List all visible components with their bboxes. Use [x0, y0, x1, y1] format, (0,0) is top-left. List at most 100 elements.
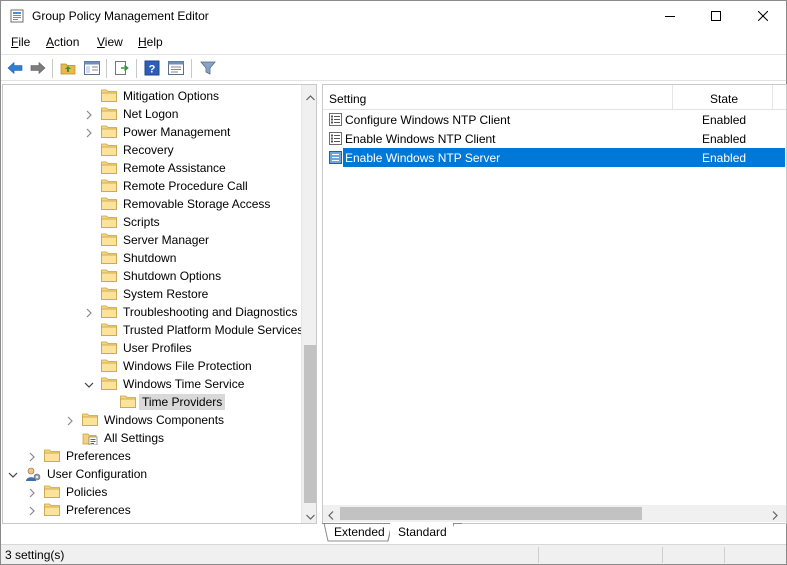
- tree-item-label: Server Manager: [123, 233, 210, 247]
- tree-item[interactable]: Troubleshooting and Diagnostics: [3, 303, 303, 321]
- export-list-button[interactable]: [113, 59, 131, 77]
- menu-view[interactable]: View: [97, 35, 123, 49]
- tree-item-label: Time Providers: [139, 394, 226, 410]
- tab-extended[interactable]: Extended: [326, 523, 391, 542]
- tree-item[interactable]: User Configuration: [3, 465, 303, 483]
- setting-state: Enabled: [702, 132, 747, 146]
- menu-file-rest: ile: [18, 35, 31, 49]
- menu-action-accel: A: [46, 35, 55, 49]
- chevron-right-icon[interactable]: [84, 127, 94, 138]
- export-list-icon: [115, 61, 129, 75]
- folder-icon: [101, 287, 117, 300]
- chevron-right-icon[interactable]: [27, 487, 37, 498]
- horizontal-scrollbar[interactable]: [323, 505, 786, 522]
- tree-item-label: Net Logon: [123, 107, 179, 121]
- scroll-left-arrow-icon[interactable]: [328, 509, 334, 523]
- tree-item-label: Windows Components: [104, 413, 225, 427]
- tree-item[interactable]: Policies: [3, 483, 303, 501]
- properties-button[interactable]: [167, 59, 185, 77]
- tree-item[interactable]: Shutdown Options: [3, 267, 303, 285]
- title-bar[interactable]: Group Policy Management Editor: [1, 1, 786, 31]
- tree-item[interactable]: Mitigation Options: [3, 87, 303, 105]
- tree-item-label: Trusted Platform Module Services: [123, 323, 304, 337]
- show-hide-tree-button[interactable]: [83, 59, 101, 77]
- scroll-up-arrow-icon[interactable]: [306, 90, 315, 104]
- svg-text:?: ?: [149, 64, 156, 76]
- filter-button[interactable]: [199, 59, 217, 77]
- tree-item-label: Shutdown: [123, 251, 177, 265]
- tree-item[interactable]: Recovery: [3, 141, 303, 159]
- tree-item-label: System Restore: [123, 287, 209, 301]
- chevron-right-icon[interactable]: [84, 307, 94, 318]
- scroll-right-arrow-icon[interactable]: [772, 509, 778, 523]
- setting-state: Enabled: [702, 151, 747, 165]
- status-divider: [724, 547, 725, 563]
- help-button[interactable]: ?: [143, 59, 161, 77]
- menu-file[interactable]: File: [11, 35, 30, 49]
- menu-help-rest: elp: [146, 35, 163, 49]
- chevron-down-icon[interactable]: [8, 469, 18, 479]
- column-divider[interactable]: [772, 85, 773, 110]
- chevron-right-icon[interactable]: [84, 109, 94, 120]
- tree-item[interactable]: System Restore: [3, 285, 303, 303]
- toolbar-separator: [191, 59, 192, 78]
- up-one-level-button[interactable]: [59, 59, 77, 77]
- tree-item[interactable]: User Profiles: [3, 339, 303, 357]
- folder-icon: [101, 197, 117, 210]
- folder-icon: [101, 269, 117, 282]
- tree-item[interactable]: Server Manager: [3, 231, 303, 249]
- tree-item[interactable]: Preferences: [3, 447, 303, 465]
- up-folder-icon: [60, 63, 76, 75]
- chevron-right-icon[interactable]: [65, 415, 75, 426]
- folder-icon: [101, 251, 117, 264]
- tree-item[interactable]: Preferences: [3, 501, 303, 519]
- list-item[interactable]: Enable Windows NTP Server Enabled: [323, 148, 786, 167]
- tree-item[interactable]: Power Management: [3, 123, 303, 141]
- vertical-scroll-thumb[interactable]: [304, 345, 316, 503]
- close-button[interactable]: [740, 1, 786, 31]
- tree-item[interactable]: Scripts: [3, 213, 303, 231]
- maximize-button[interactable]: [693, 1, 739, 31]
- column-header-setting[interactable]: Setting: [329, 92, 366, 106]
- menu-action-rest: ction: [54, 35, 80, 49]
- tree-item[interactable]: Windows File Protection: [3, 357, 303, 375]
- folder-icon: [101, 107, 117, 120]
- column-header-state[interactable]: State: [710, 92, 738, 106]
- forward-button[interactable]: [29, 59, 47, 77]
- chevron-right-icon[interactable]: [27, 451, 37, 462]
- minimize-button[interactable]: [647, 1, 693, 31]
- chevron-right-icon[interactable]: [27, 505, 37, 516]
- tree-item[interactable]: Windows Time Service: [3, 375, 303, 393]
- tree-item[interactable]: Net Logon: [3, 105, 303, 123]
- tree-item[interactable]: Remote Assistance: [3, 159, 303, 177]
- tree-item-label: Windows Time Service: [123, 377, 245, 391]
- app-window: Group Policy Management Editor File Acti…: [0, 0, 787, 565]
- tree-item[interactable]: Remote Procedure Call: [3, 177, 303, 195]
- tree-item-label: Remote Assistance: [123, 161, 226, 175]
- column-divider[interactable]: [672, 85, 673, 110]
- tree-item[interactable]: Windows Components: [3, 411, 303, 429]
- settings-list[interactable]: Setting State Configure Windows NTP Clie…: [322, 84, 787, 524]
- tree-item[interactable]: Removable Storage Access: [3, 195, 303, 213]
- horizontal-scroll-thumb[interactable]: [340, 507, 642, 520]
- tree-item-label: Preferences: [66, 449, 131, 463]
- tree-item[interactable]: Trusted Platform Module Services: [3, 321, 303, 339]
- list-item[interactable]: Configure Windows NTP Client Enabled: [323, 110, 786, 129]
- status-bar: 3 setting(s): [1, 544, 786, 564]
- menu-action[interactable]: Action: [46, 35, 79, 49]
- list-item[interactable]: Enable Windows NTP Client Enabled: [323, 129, 786, 148]
- menu-bar: File Action View Help: [1, 32, 786, 52]
- console-tree[interactable]: Mitigation Options Net Logon Power Managem…: [2, 84, 317, 524]
- tree-item[interactable]: Time Providers: [3, 393, 303, 411]
- tree-item[interactable]: All Settings: [3, 429, 303, 447]
- tab-standard[interactable]: Standard: [390, 523, 453, 542]
- tree-item-label: User Configuration: [47, 467, 148, 481]
- chevron-down-icon[interactable]: [84, 379, 94, 389]
- vertical-scrollbar[interactable]: [301, 85, 316, 523]
- back-button[interactable]: [6, 59, 24, 77]
- folder-icon: [101, 233, 117, 246]
- tree-item[interactable]: Shutdown: [3, 249, 303, 267]
- menu-help[interactable]: Help: [138, 35, 163, 49]
- policy-setting-icon: [329, 151, 342, 164]
- scroll-down-arrow-icon[interactable]: [306, 509, 315, 523]
